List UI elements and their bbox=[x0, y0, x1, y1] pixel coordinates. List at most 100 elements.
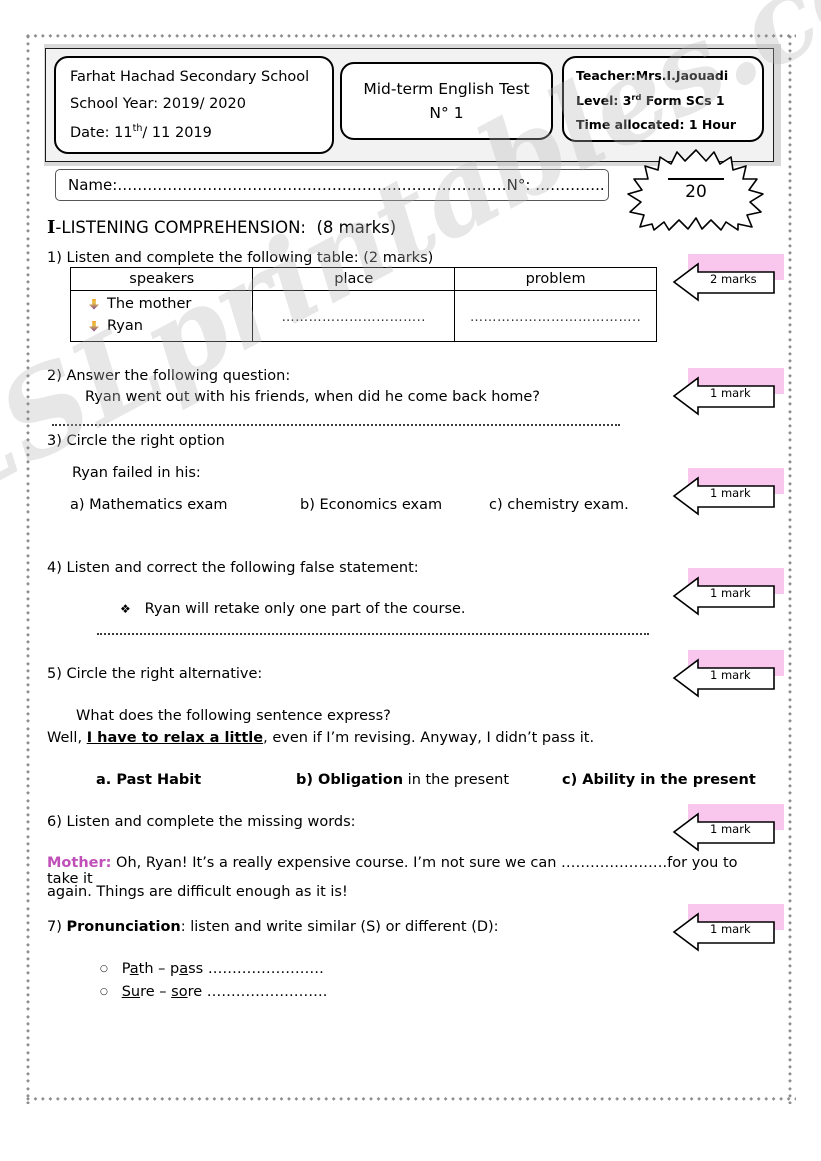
speaker-label-mother: The mother bbox=[107, 296, 192, 312]
score-starburst: 20 bbox=[622, 148, 770, 232]
mark-callout-q5: 1 mark bbox=[672, 650, 784, 698]
option-b-q3[interactable]: b) Economics exam bbox=[300, 497, 442, 513]
question-4-statement-row: ❖ Ryan will retake only one part of the … bbox=[120, 601, 466, 617]
listening-table: speakers place problem The mother Ryan …… bbox=[69, 267, 657, 342]
question-1-text: Listen and complete the following table:… bbox=[66, 250, 434, 266]
question-2-line: 2) Answer the following question: bbox=[47, 368, 290, 384]
mark-callout-q1: 2 marks bbox=[672, 254, 784, 302]
mark-callout-label: 1 mark bbox=[710, 822, 751, 836]
item-2-underline-2: so bbox=[171, 984, 188, 1000]
pronunciation-item-1[interactable]: ○ Path – pass …………………… bbox=[100, 961, 324, 977]
table-row: The mother Ryan ………………………….. ……………………………… bbox=[69, 290, 657, 342]
answer-line-q4[interactable] bbox=[97, 633, 649, 635]
item-1-mid: th – p bbox=[138, 961, 180, 977]
question-3-text: Circle the right option bbox=[66, 433, 225, 449]
question-4-line: 4) Listen and correct the following fals… bbox=[47, 560, 419, 576]
item-2-post: re ……………………. bbox=[187, 984, 328, 1000]
question-2-number: 2) bbox=[47, 368, 62, 384]
score-value-wrap: 20 bbox=[622, 148, 770, 232]
question-4-number: 4) bbox=[47, 560, 62, 576]
question-5-number: 5) bbox=[47, 666, 62, 682]
mark-callout-label: 1 mark bbox=[710, 668, 751, 682]
mark-callout-label: 1 mark bbox=[710, 486, 751, 500]
school-year: School Year: 2019/ 2020 bbox=[70, 96, 246, 112]
question-6-line: 6) Listen and complete the missing words… bbox=[47, 814, 356, 830]
question-2-text: Answer the following question: bbox=[66, 368, 291, 384]
option-c-q3[interactable]: c) chemistry exam. bbox=[489, 497, 629, 513]
school-name: Farhat Hachad Secondary School bbox=[70, 69, 310, 85]
item-1-underline-2: a bbox=[179, 961, 189, 977]
speaker-label-ryan: Ryan bbox=[107, 318, 143, 334]
question-3-line: 3) Circle the right option bbox=[47, 433, 225, 449]
section-marks: (8 marks) bbox=[316, 218, 397, 237]
score-divider bbox=[668, 178, 724, 180]
option-b-q5-plain: in the present bbox=[403, 772, 510, 788]
mark-callout-q2: 1 mark bbox=[672, 368, 784, 416]
table-header-row: speakers place problem bbox=[69, 267, 657, 291]
time-allocated: Time allocated: 1 Hour bbox=[576, 117, 737, 133]
student-name-field[interactable]: Name:………………………………..……………….…………………N°: ………… bbox=[55, 169, 609, 201]
mark-callout-label: 1 mark bbox=[710, 386, 751, 400]
page-border-bottom: ⬩ ⬩ ⬩ ⬩ ⬩ ⬩ ⬩ ⬩ ⬩ ⬩ ⬩ ⬩ ⬩ ⬩ ⬩ ⬩ ⬩ ⬩ ⬩ ⬩ … bbox=[26, 1096, 796, 1104]
arrow-bullet-icon bbox=[89, 298, 99, 310]
question-1-line: 1) Listen and complete the following tab… bbox=[47, 250, 433, 266]
option-c-q5[interactable]: c) Ability in the present bbox=[562, 772, 756, 788]
name-field-text: Name:………………………………..……………….…………………N°: ………… bbox=[68, 176, 605, 194]
page-border-top: ⬩ ⬩ ⬩ ⬩ ⬩ ⬩ ⬩ ⬩ ⬩ ⬩ ⬩ ⬩ ⬩ ⬩ ⬩ ⬩ ⬩ ⬩ ⬩ ⬩ … bbox=[26, 33, 796, 41]
section-title: -LISTENING COMPREHENSION: bbox=[55, 218, 306, 237]
question-6-number: 6) bbox=[47, 814, 62, 830]
page-border-left: ⬩ ⬩ ⬩ ⬩ ⬩ ⬩ ⬩ ⬩ ⬩ ⬩ ⬩ ⬩ ⬩ ⬩ ⬩ ⬩ ⬩ ⬩ ⬩ ⬩ ⬩ ⬩ ⬩ ⬩ ⬩ ⬩ ⬩ ⬩ ⬩ ⬩ ⬩ ⬩ ⬩ ⬩ ⬩ ⬩ ⬩ ⬩ ⬩ ⬩… bbox=[26, 33, 30, 1104]
speaker-item: Ryan bbox=[89, 315, 252, 337]
mark-callout-label: 1 mark bbox=[710, 922, 751, 936]
arrow-bullet-icon bbox=[89, 320, 99, 332]
question-7-number: 7) bbox=[47, 919, 62, 935]
question-7-line: 7) Pronunciation: listen and write simil… bbox=[47, 919, 499, 935]
pronunciation-item-2[interactable]: ○ Sure – sore ……………………. bbox=[100, 984, 327, 1000]
option-a-q5[interactable]: a. Past Habit bbox=[96, 772, 201, 788]
mark-callout-q7: 1 mark bbox=[672, 904, 784, 952]
circle-bullet-icon: ○ bbox=[100, 987, 108, 997]
diamond-bullet-icon: ❖ bbox=[120, 602, 131, 616]
option-b-q5-bold: b) Obligation bbox=[296, 772, 404, 788]
question-6-line1: Oh, Ryan! It’s a really expensive course… bbox=[47, 855, 738, 887]
speaker-item: The mother bbox=[89, 293, 252, 315]
question-3-stem: Ryan failed in his: bbox=[72, 465, 201, 481]
mark-callout-q6: 1 mark bbox=[672, 804, 784, 852]
question-7-text: : listen and write similar (S) or differ… bbox=[180, 919, 499, 935]
test-title-box: Mid-term English Test N° 1 bbox=[340, 62, 553, 140]
question-6-dialogue: Mother: Oh, Ryan! It’s a really expensiv… bbox=[47, 855, 767, 887]
question-4-text: Listen and correct the following false s… bbox=[66, 560, 419, 576]
speaker-label-mother: Mother: bbox=[47, 855, 112, 871]
question-3-number: 3) bbox=[47, 433, 62, 449]
item-1-underline-1: a bbox=[129, 961, 139, 977]
item-2-underline-1: Su bbox=[121, 984, 141, 1000]
mark-callout-label: 2 marks bbox=[710, 272, 757, 286]
teacher-name: Teacher:Mrs.I.Jaouadi bbox=[576, 68, 729, 83]
test-title: Mid-term English Test bbox=[363, 80, 530, 98]
teacher-info-box: Teacher:Mrs.I.Jaouadi Level: 3rd Form SC… bbox=[562, 56, 764, 142]
exam-date: Date: 11th/ 11 2019 bbox=[70, 123, 212, 141]
question-1-number: 1) bbox=[47, 250, 62, 266]
option-b-q5[interactable]: b) Obligation in the present bbox=[296, 772, 509, 788]
option-a-q3[interactable]: a) Mathematics exam bbox=[70, 497, 227, 513]
table-cell-place-answer[interactable]: ………………………….. bbox=[252, 290, 456, 342]
item-1-pre: P bbox=[121, 961, 130, 977]
mark-callout-q4: 1 mark bbox=[672, 568, 784, 616]
circle-bullet-icon: ○ bbox=[100, 964, 108, 974]
table-header-place: place bbox=[252, 267, 456, 291]
question-6-line2: again. Things are difficult enough as it… bbox=[47, 884, 348, 900]
score-total: 20 bbox=[685, 182, 707, 202]
school-info-box: Farhat Hachad Secondary School School Ye… bbox=[54, 56, 334, 154]
question-5-prompt: What does the following sentence express… bbox=[76, 708, 391, 724]
item-1-post: ss …………………… bbox=[188, 961, 324, 977]
sentence-prefix: Well, bbox=[47, 730, 87, 746]
answer-line-q2[interactable] bbox=[52, 424, 620, 426]
page-border-right: ⬩ ⬩ ⬩ ⬩ ⬩ ⬩ ⬩ ⬩ ⬩ ⬩ ⬩ ⬩ ⬩ ⬩ ⬩ ⬩ ⬩ ⬩ ⬩ ⬩ ⬩ ⬩ ⬩ ⬩ ⬩ ⬩ ⬩ ⬩ ⬩ ⬩ ⬩ ⬩ ⬩ ⬩ ⬩ ⬩ ⬩ ⬩ ⬩ ⬩… bbox=[788, 33, 792, 1104]
item-2-mid: re – bbox=[140, 984, 172, 1000]
question-5-sentence: Well, I have to relax a little, even if … bbox=[47, 730, 594, 746]
table-header-speakers: speakers bbox=[69, 267, 254, 291]
class-level: Level: 3rd Form SCs 1 bbox=[576, 92, 725, 109]
question-5-text: Circle the right alternative: bbox=[66, 666, 263, 682]
table-cell-problem-answer[interactable]: ……………………………….. bbox=[454, 290, 657, 342]
question-7-keyword: Pronunciation bbox=[66, 919, 181, 935]
